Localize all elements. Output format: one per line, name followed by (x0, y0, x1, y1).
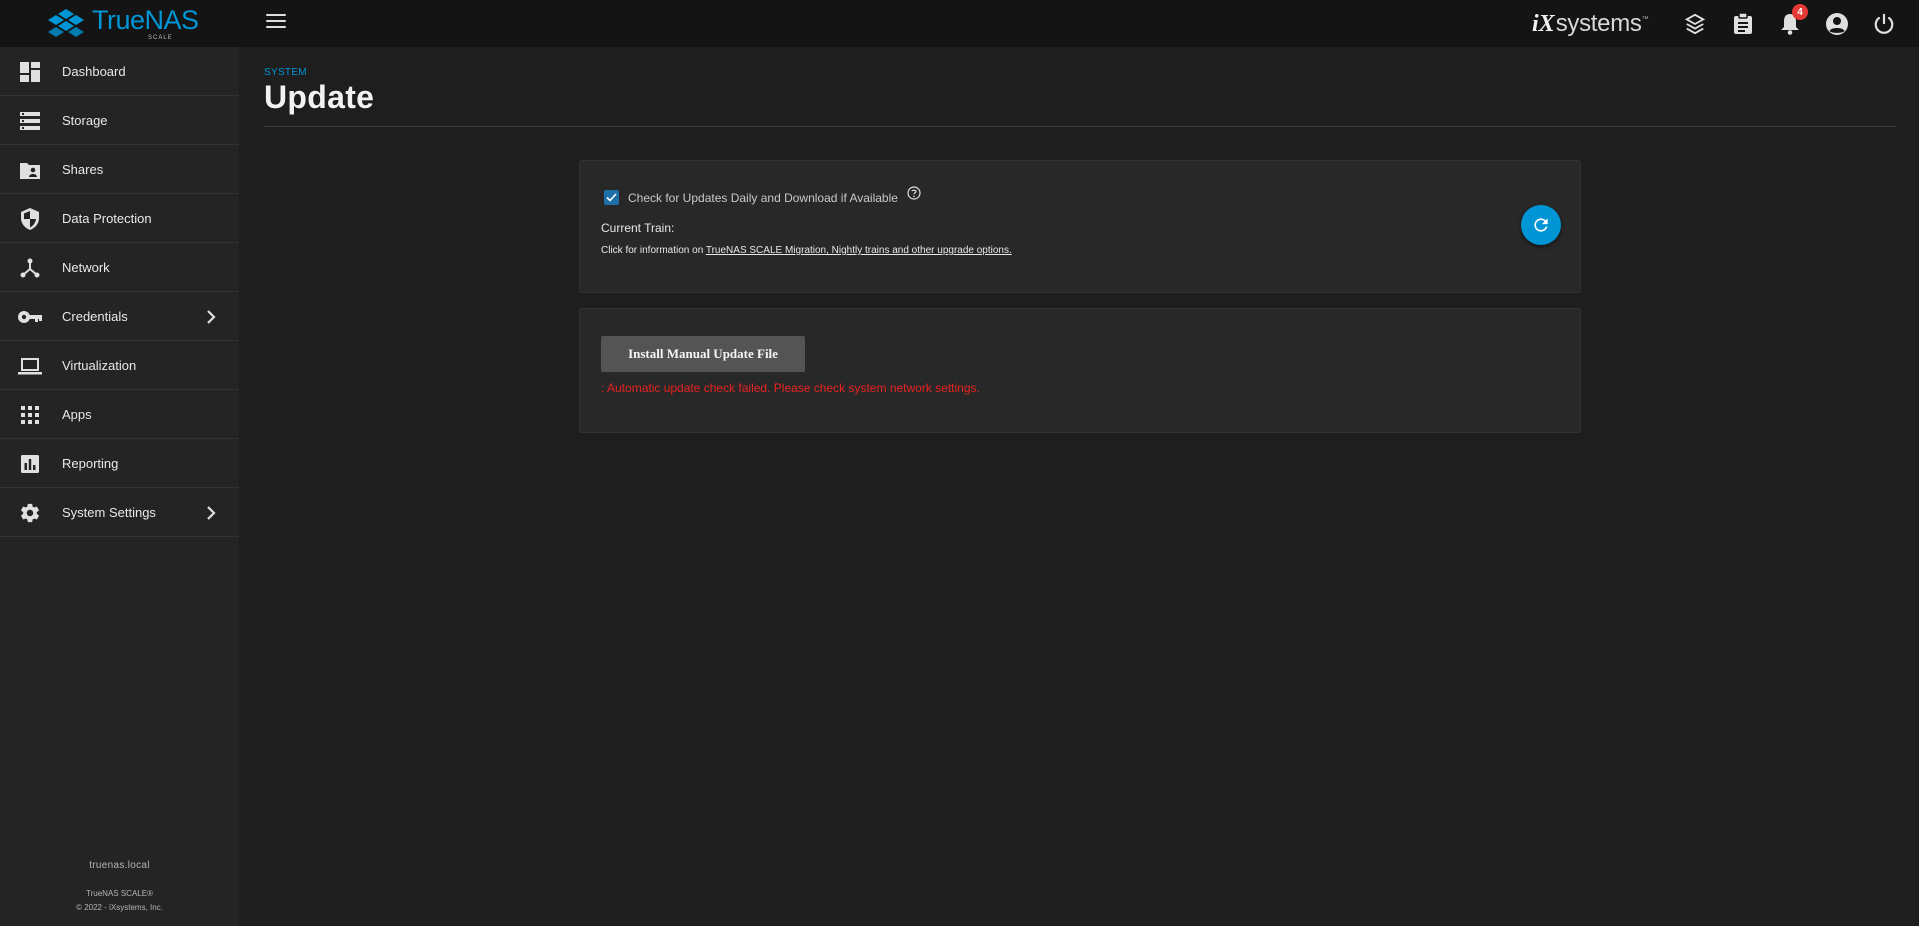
sidebar-item-dashboard[interactable]: Dashboard (0, 47, 239, 96)
chevron-right-icon (207, 310, 216, 324)
breadcrumb[interactable]: SYSTEM (264, 67, 307, 78)
laptop-icon (18, 354, 42, 378)
current-train-label: Current Train: (601, 221, 675, 235)
install-manual-update-button[interactable]: Install Manual Update File (601, 336, 805, 372)
sidebar-item-label: Shares (62, 161, 104, 177)
sidebar-item-label: Apps (62, 406, 92, 422)
refresh-icon (1534, 218, 1548, 232)
sidebar-item-data-protection[interactable]: Data Protection (0, 194, 239, 243)
shares-icon (18, 158, 42, 182)
dashboard-icon (18, 60, 42, 84)
sidebar-item-shares[interactable]: Shares (0, 145, 239, 194)
vendor-prefix: iX (1532, 10, 1555, 37)
sidebar-item-label: Virtualization (62, 357, 137, 373)
sidebar-item-system-settings[interactable]: System Settings (0, 488, 239, 537)
vendor-suffix: systems (1555, 10, 1642, 37)
storage-icon (18, 109, 42, 133)
brand-sub: SCALE (148, 35, 173, 41)
sidebar-item-label: Credentials (62, 308, 128, 324)
gear-icon (18, 501, 42, 525)
upgrade-info-prefix: Click for information on (601, 245, 706, 256)
check-icon (606, 193, 617, 202)
menu-icon[interactable] (266, 14, 286, 32)
sidebar-item-apps[interactable]: Apps (0, 390, 239, 439)
sidebar-item-label: System Settings (62, 504, 156, 520)
truenas-logo[interactable]: TrueNAS SCALE (46, 6, 199, 42)
sidebar-item-label: Reporting (62, 455, 119, 471)
sidebar-item-virtualization[interactable]: Virtualization (0, 341, 239, 390)
manual-update-card: Install Manual Update File : Automatic u… (579, 308, 1581, 433)
apps-grid-icon (18, 403, 42, 427)
truenas-logo-icon (48, 9, 84, 37)
hostname: truenas.local (89, 860, 150, 871)
product-name: TrueNAS SCALE® (86, 889, 153, 898)
shield-icon (18, 207, 42, 231)
upgrade-info-text: Click for information on TrueNAS SCALE M… (601, 245, 1012, 256)
sidebar-item-label: Dashboard (62, 63, 126, 79)
key-icon (18, 305, 42, 329)
refresh-button[interactable] (1521, 205, 1561, 245)
title-divider (264, 126, 1896, 127)
network-icon (18, 256, 42, 280)
update-error-message: : Automatic update check failed. Please … (601, 381, 980, 395)
brand-name: TrueNAS (92, 5, 199, 35)
account-icon[interactable] (1824, 11, 1850, 37)
sidebar-item-network[interactable]: Network (0, 243, 239, 292)
power-icon[interactable] (1871, 11, 1897, 37)
auto-check-label: Check for Updates Daily and Download if … (628, 191, 898, 205)
chart-icon (18, 452, 42, 476)
notification-badge: 4 (1792, 4, 1808, 20)
truecommand-icon[interactable] (1682, 11, 1708, 37)
sidebar-item-reporting[interactable]: Reporting (0, 439, 239, 488)
vendor-mark: ™ (1641, 16, 1649, 23)
update-settings-card: Check for Updates Daily and Download if … (579, 160, 1581, 293)
chevron-right-icon (207, 506, 216, 520)
clipboard-icon[interactable] (1730, 11, 1756, 37)
help-icon[interactable] (907, 186, 921, 200)
sidebar-item-label: Data Protection (62, 210, 152, 226)
sidebar-item-credentials[interactable]: Credentials (0, 292, 239, 341)
sidebar-item-label: Storage (62, 112, 108, 128)
page-title: Update (264, 79, 375, 115)
sidebar-item-label: Network (62, 259, 110, 275)
sidebar-item-storage[interactable]: Storage (0, 96, 239, 145)
top-bar: TrueNAS SCALE iX systems ™ 4 (0, 0, 1919, 47)
auto-check-checkbox[interactable] (604, 190, 619, 205)
upgrade-info-link[interactable]: TrueNAS SCALE Migration, Nightly trains … (706, 245, 1012, 256)
copyright: © 2022 - iXsystems, Inc. (76, 903, 163, 912)
bell-icon[interactable]: 4 (1777, 4, 1808, 37)
sidebar: Dashboard Storage Shares Data Protection… (0, 47, 239, 926)
version-info: TrueNAS SCALE® © 2022 - iXsystems, Inc. (0, 887, 239, 915)
ixsystems-logo: iX systems ™ (1532, 10, 1649, 38)
